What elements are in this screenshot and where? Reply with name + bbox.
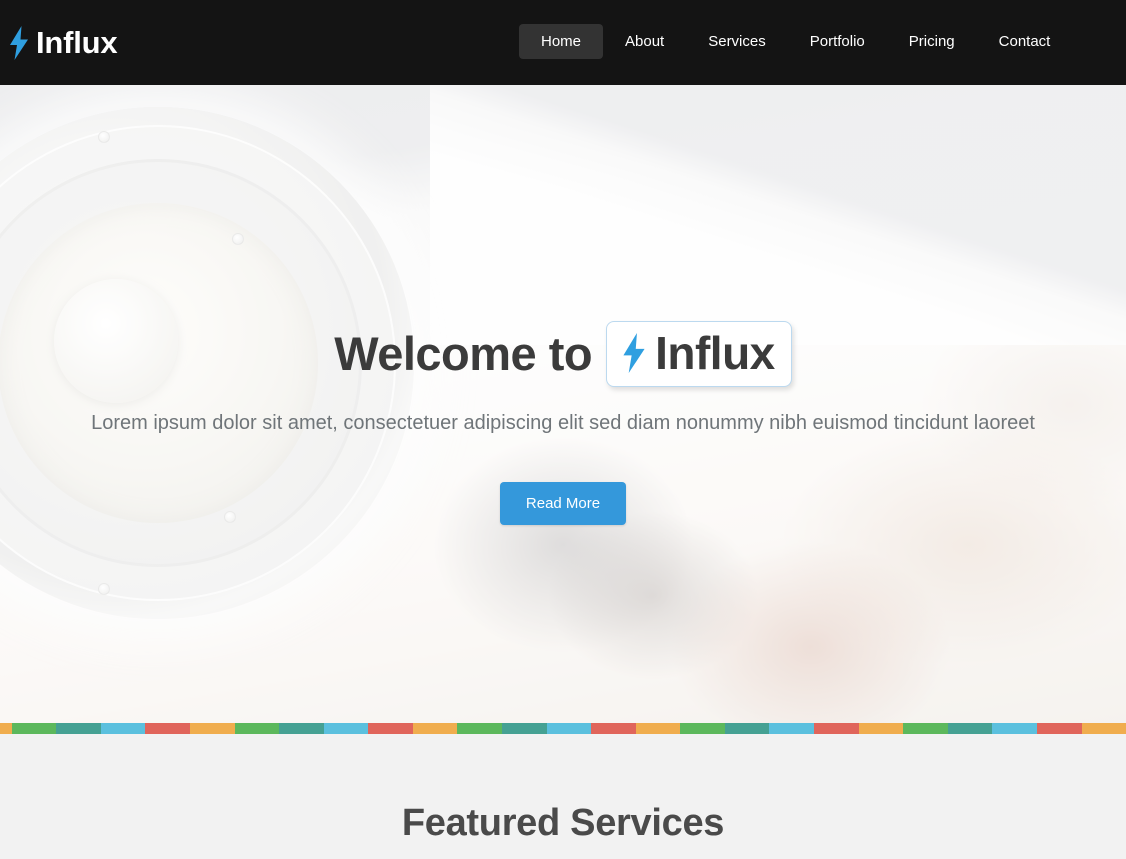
nav-item-portfolio[interactable]: Portfolio [788,24,887,59]
stripe-segment [368,723,413,734]
stripe-segment [323,723,369,734]
nav-item-services[interactable]: Services [686,24,788,59]
nav-item-about[interactable]: About [603,24,686,59]
stripe-segment [100,723,146,734]
stripe-segment [56,723,101,734]
stripe-segment [680,723,725,734]
stripe-segment [724,723,770,734]
hero-title: Welcome to Influx [0,321,1126,387]
stripe-segment [769,723,815,734]
stripe-segment [501,723,547,734]
stripe-segment [412,723,458,734]
stripe-segment [903,723,948,734]
nav-item-contact[interactable]: Contact [977,24,1073,59]
color-stripe-divider [0,723,1126,734]
stripe-segment [814,723,859,734]
stripe-segment [457,723,502,734]
featured-services-title: Featured Services [401,802,725,844]
bolt-icon [8,25,30,60]
stripe-segment [992,723,1037,734]
brand-name: Influx [36,25,118,60]
stripe-segment [189,723,235,734]
site-header: Influx Home About Services Portfolio Pri… [0,0,1126,85]
bolt-icon [621,333,647,373]
stripe-segment [858,723,904,734]
stripe-segment [0,723,12,734]
hero-subtitle: Lorem ipsum dolor sit amet, consectetuer… [91,412,1035,434]
stripe-segment [145,723,190,734]
nav-item-pricing[interactable]: Pricing [887,24,977,59]
stripe-segment [279,723,324,734]
nav-item-home[interactable]: Home [519,24,604,59]
hero-logo-chip: Influx [606,321,792,387]
stripe-segment [947,723,993,734]
stripe-segment [591,723,636,734]
stripe-segment [1081,723,1126,734]
featured-services-section: Featured Services [0,734,1126,859]
read-more-button[interactable]: Read More [499,482,627,525]
hero-title-text: Welcome to [334,327,593,381]
hero-chip-name: Influx [655,327,775,379]
stripe-segment [1036,723,1082,734]
hero-content: Welcome to Influx Lorem ipsum dolor sit … [0,321,1126,525]
stripe-segment [234,723,280,734]
main-nav: Home About Services Portfolio Pricing Co… [519,24,1072,59]
hero-carousel: Welcome to Influx Lorem ipsum dolor sit … [0,85,1126,723]
brand-logo[interactable]: Influx [8,25,118,60]
stripe-segment [11,723,57,734]
stripe-segment [546,723,592,734]
stripe-segment [635,723,681,734]
